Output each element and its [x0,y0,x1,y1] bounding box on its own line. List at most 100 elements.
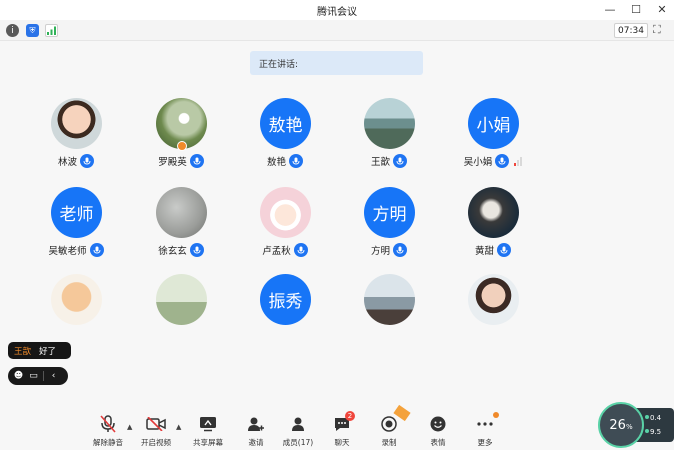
mic-muted-icon [98,414,118,434]
participant-tile[interactable] [339,274,439,354]
avatar: 方明 [364,187,415,238]
avatar: 老师 [51,187,102,238]
unmute-label: 解除静音 [93,438,123,447]
avatar: 敖艳 [260,98,311,149]
chat-message: 好了 [39,346,57,357]
share-screen-button[interactable]: 共享屏幕 [186,414,230,448]
signal-strength-icon [514,156,523,166]
avatar [156,274,207,325]
participant-name: 徐玄玄 [158,246,187,257]
network-percent: 26 [609,417,626,433]
participant-grid: 林波 罗殿英 敖艳 敖艳 王歆 小娟 吴小娟 老师 吴敏老师 徐玄玄 卢孟秋 方明 方明 黄甜 振秀 [0,0,674,450]
mic-icon [80,154,94,168]
participant-name-row: 吴小娟 [443,154,543,168]
reactions-label: 表情 [430,438,446,447]
mic-icon [393,243,407,257]
mic-icon [289,154,303,168]
avatar-initials: 小娟 [476,116,511,136]
participant-name: 吴敏老师 [48,246,87,257]
record-label: 录制 [381,438,397,447]
participant-tile[interactable] [443,274,543,354]
avatar [364,98,415,149]
video-options-chevron-icon[interactable]: ▲ [176,423,181,431]
divider [43,371,44,381]
record-icon [379,404,411,434]
chat-sender: 王歆 [14,346,32,357]
mic-icon [293,243,308,257]
participant-tile[interactable]: 方明 方明 [339,187,439,267]
members-label: 成员(17) [282,438,314,447]
participant-name: 吴小娟 [463,157,493,168]
participant-tile[interactable]: 王歆 [339,98,439,178]
chat-button[interactable]: 2 聊天 [320,411,364,448]
chat-unread-badge: 2 [345,411,355,421]
mic-icon [189,154,204,168]
avatar [51,274,102,325]
more-notification-dot [493,412,499,418]
mic-icon [393,154,407,168]
emoji-icon[interactable]: ☻ [13,371,24,382]
chat-quick-tools: ☻ ▭ ‹ [8,367,68,385]
participant-tile[interactable] [131,274,231,354]
share-screen-label: 共享屏幕 [193,438,223,447]
collapse-chevron-icon[interactable]: ‹ [48,371,59,382]
audio-options-chevron-icon[interactable]: ▲ [127,423,132,431]
participant-tile[interactable]: 林波 [26,98,126,178]
participant-tile[interactable]: 罗殿英 [131,98,231,178]
chat-popup[interactable]: 王歆 好了 [8,342,71,359]
unmute-button[interactable]: 解除静音 [86,414,130,448]
participant-tile[interactable]: 卢孟秋 [235,187,335,267]
participant-name-row: 王歆 [339,154,439,168]
smiley-icon [428,414,448,434]
avatar [468,274,519,325]
participant-tile[interactable]: 老师吴敏老师 [26,187,126,267]
participant-tile[interactable]: 黄甜 [443,187,543,267]
participant-name: 林波 [57,157,77,168]
participant-name: 黄甜 [474,246,494,257]
upload-dot-icon [645,415,649,419]
network-status-widget[interactable]: 0.4 9.5 26% [598,402,674,450]
participant-name-row: 徐玄玄 [131,243,231,257]
avatar-initials: 振秀 [268,292,303,312]
more-button[interactable]: 更多 [463,412,507,448]
participant-name-row: 林波 [26,154,126,168]
participant-tile[interactable]: 小娟吴小娟 [443,98,543,178]
chat-bubble-icon[interactable]: ▭ [28,371,39,382]
participant-name: 敖艳 [266,157,286,168]
add-user-icon [246,414,266,434]
network-percent-unit: % [625,423,633,431]
upload-speed: 0.4 [650,414,662,422]
avatar-initials: 敖艳 [268,116,303,136]
avatar [468,187,519,238]
avatar: 振秀 [260,274,311,325]
share-screen-icon [198,414,218,434]
host-badge-icon [177,141,187,151]
participant-tile[interactable]: 敖艳 敖艳 [235,98,335,178]
participant-tile[interactable]: 振秀 [235,274,335,354]
reactions-button[interactable]: 表情 [416,414,460,448]
start-video-button[interactable]: 开启视频 [134,414,178,448]
invite-button[interactable]: 邀请 [234,414,278,448]
participant-name-row: 黄甜 [443,243,543,257]
participant-name-row: 方明 [339,243,439,257]
mic-icon [495,154,510,168]
mic-icon [497,243,511,257]
participant-name-row: 罗殿英 [131,154,231,168]
bottom-toolbar: 解除静音 ▲ 开启视频 ▲ 共享屏幕 邀请 成员(17) 2 聊天 录制 表情 … [0,404,674,450]
network-usage-gauge: 26% [598,402,644,448]
avatar-initials: 老师 [59,205,94,225]
avatar: 小娟 [468,98,519,149]
participant-tile[interactable]: 徐玄玄 [131,187,231,267]
chat-icon: 2 [332,411,355,434]
participant-name: 卢孟秋 [262,246,291,257]
participant-name: 罗殿英 [158,157,187,168]
download-dot-icon [645,429,649,433]
participant-name-row: 吴敏老师 [26,243,126,257]
members-button[interactable]: 成员(17) [276,414,320,448]
mic-icon [89,243,104,257]
participant-name: 方明 [370,246,390,257]
more-dots-icon [475,412,499,434]
avatar [364,274,415,325]
record-button[interactable]: 录制 [367,404,411,448]
start-video-label: 开启视频 [141,438,171,447]
